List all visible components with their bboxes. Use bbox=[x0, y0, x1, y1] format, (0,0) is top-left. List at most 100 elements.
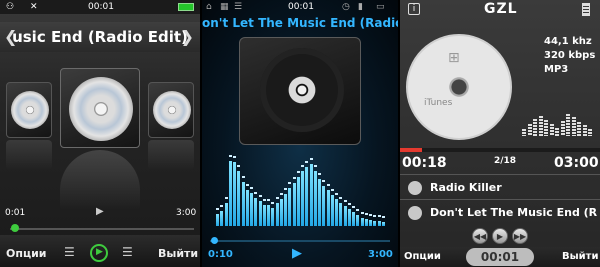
grid-icon: ▦ bbox=[220, 2, 229, 12]
spectrum-bar bbox=[250, 193, 254, 226]
spectrum-peak bbox=[360, 212, 364, 214]
spectrum-bar bbox=[284, 194, 288, 226]
options-button[interactable]: Опции bbox=[404, 251, 441, 262]
spectrum-peak bbox=[377, 215, 381, 217]
signal-icon: ▮ bbox=[358, 2, 363, 12]
status-bar: i GZL bbox=[400, 0, 600, 20]
elapsed-time: 0:10 bbox=[208, 249, 233, 260]
song-icon bbox=[408, 206, 422, 220]
spectrum-bar bbox=[301, 171, 305, 226]
menu-icon: ☰ bbox=[234, 2, 243, 12]
spectrum-peak bbox=[339, 197, 343, 199]
spectrum-bar bbox=[522, 129, 527, 136]
spectrum-peak bbox=[352, 206, 356, 208]
notification-icon: i bbox=[408, 3, 420, 15]
spectrum-peak bbox=[364, 213, 368, 215]
spectrum-bar bbox=[560, 121, 565, 136]
spectrum-peak bbox=[373, 215, 377, 217]
spectrum-bar bbox=[279, 199, 283, 226]
cd-icon bbox=[11, 91, 49, 129]
spectrum-peak bbox=[305, 161, 309, 163]
spectrum-peak bbox=[356, 209, 360, 211]
cover-prev[interactable] bbox=[6, 82, 52, 138]
spectrum-bar bbox=[224, 203, 228, 226]
cover-reflection bbox=[148, 140, 194, 170]
play-icon[interactable]: ▶ bbox=[292, 246, 302, 261]
progress-bar[interactable] bbox=[10, 228, 194, 230]
spectrum-peak bbox=[326, 184, 330, 186]
artist-icon bbox=[408, 181, 422, 195]
spectrum-bar bbox=[571, 117, 576, 136]
spectrum-bar bbox=[352, 212, 356, 226]
status-bar: ⌂ ▦ ☰ 00:01 ◷ ▮ ▭ bbox=[202, 0, 398, 14]
home-icon[interactable]: ⌂ bbox=[206, 2, 212, 12]
sample-rate: 44,1 khz bbox=[544, 36, 592, 47]
spectrum-bar bbox=[538, 116, 543, 136]
spectrum-bar bbox=[262, 205, 266, 226]
list-icon[interactable]: ☰ bbox=[64, 245, 75, 259]
spectrum-bar bbox=[228, 161, 232, 226]
bottom-menu: Опции 00:01 Выйти bbox=[400, 247, 600, 267]
spectrum-bar bbox=[339, 203, 343, 226]
progress-bar[interactable] bbox=[210, 240, 390, 242]
status-time: 00:01 bbox=[88, 2, 114, 12]
exit-button[interactable]: Выйти bbox=[562, 251, 598, 262]
cd-image[interactable]: iTunes ⊞ bbox=[406, 34, 512, 140]
spectrum-peak bbox=[258, 195, 262, 197]
spectrum-bar bbox=[258, 201, 262, 226]
spectrum-bar bbox=[356, 215, 360, 226]
player-panel-2: ⌂ ▦ ☰ 00:01 ◷ ▮ ▭ on't Let The Music End… bbox=[202, 0, 398, 267]
options-button[interactable]: Опции bbox=[6, 247, 47, 260]
spectrum-bar bbox=[330, 195, 334, 226]
spectrum-bar bbox=[527, 124, 532, 136]
spectrum-peak bbox=[335, 193, 339, 195]
spectrum-peak bbox=[237, 165, 241, 167]
spectrum-peak bbox=[296, 171, 300, 173]
rewind-button[interactable]: ◀◀ bbox=[472, 228, 488, 244]
battery-icon bbox=[178, 3, 194, 11]
spectrum-bar bbox=[318, 179, 322, 226]
spectrum-bar bbox=[216, 214, 220, 226]
spectrum-bar bbox=[555, 128, 560, 136]
spectrum-bar bbox=[347, 209, 351, 226]
cover-current[interactable] bbox=[60, 68, 140, 148]
progress-knob[interactable] bbox=[11, 224, 19, 232]
total-time: 3:00 bbox=[368, 249, 393, 260]
progress-bar[interactable] bbox=[400, 148, 600, 152]
progress-fill bbox=[400, 148, 422, 152]
spectrum-bar bbox=[237, 171, 241, 226]
spectrum-bar bbox=[305, 167, 309, 226]
play-icon[interactable]: ▶ bbox=[96, 206, 104, 217]
spectrum-peak bbox=[284, 188, 288, 190]
usb-icon: ⚇ bbox=[6, 2, 15, 12]
spectrum-peak bbox=[254, 192, 258, 194]
spectrum-peak bbox=[216, 208, 220, 210]
spectrum-bar bbox=[220, 211, 224, 226]
spectrum-bar bbox=[335, 199, 339, 226]
play-button[interactable]: ▶ bbox=[90, 244, 108, 262]
spectrum-bar bbox=[364, 219, 368, 226]
spectrum-peak bbox=[369, 214, 373, 216]
album-art[interactable] bbox=[239, 37, 361, 145]
spectrum-bar bbox=[377, 221, 381, 226]
cover-next[interactable] bbox=[148, 82, 194, 138]
forward-button[interactable]: ▶▶ bbox=[512, 228, 528, 244]
spectrum-bar bbox=[566, 114, 571, 136]
player-panel-3: i GZL iTunes ⊞ 44,1 khz 320 kbps MP3 00:… bbox=[400, 0, 600, 267]
spectrum-bar bbox=[267, 205, 271, 226]
spectrum-bar bbox=[582, 125, 587, 136]
play-button[interactable]: ▶ bbox=[492, 228, 508, 244]
spectrum-bar bbox=[549, 124, 554, 136]
spectrum-peak bbox=[322, 180, 326, 182]
progress-knob[interactable] bbox=[211, 237, 218, 244]
list-icon[interactable]: ☰ bbox=[122, 245, 133, 259]
row-divider bbox=[400, 199, 600, 200]
exit-button[interactable]: Выйти bbox=[158, 247, 198, 260]
spectrum-peak bbox=[313, 165, 317, 167]
spectrum-peak bbox=[330, 189, 334, 191]
next-track-icon[interactable]: ❯ bbox=[181, 27, 194, 46]
spectrum-peak bbox=[267, 199, 271, 201]
spectrum-peak bbox=[245, 184, 249, 186]
play-icon: ▶ bbox=[96, 247, 103, 257]
spectrum-bar bbox=[577, 122, 582, 136]
